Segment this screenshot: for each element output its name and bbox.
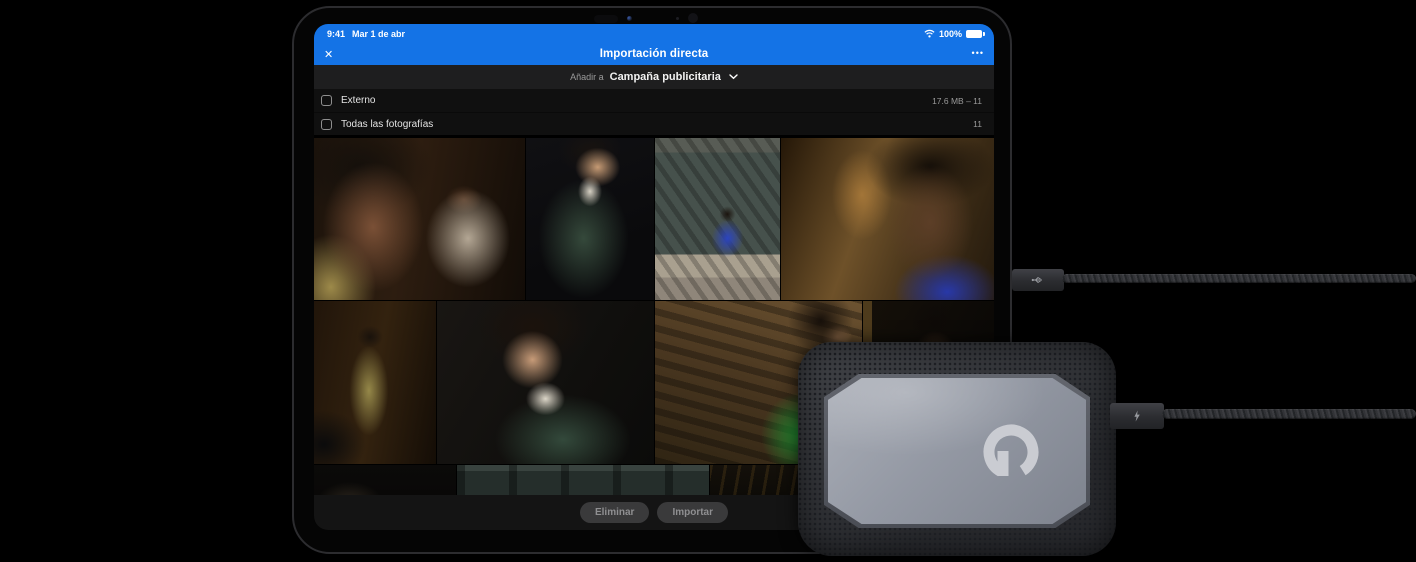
bezel-sensor [594, 15, 618, 23]
close-button[interactable]: ✕ [324, 43, 333, 65]
drive-metal-plate [824, 374, 1090, 528]
section-row-externo[interactable]: Externo 17.6 MB – 11 [314, 89, 994, 112]
app-header: ✕ Importación directa ••• [314, 43, 994, 65]
usb-trident-icon [1031, 276, 1042, 284]
photo-thumbnail-9[interactable] [314, 465, 456, 495]
battery-icon [966, 29, 985, 38]
usb-cable-tablet [1012, 268, 1416, 292]
page-title: Importación directa [599, 48, 709, 60]
section-row-all-photos[interactable]: Todas las fotografías 11 [314, 112, 994, 135]
photo-thumbnail-5[interactable] [314, 301, 436, 464]
usb-plug [1012, 269, 1064, 291]
front-camera-icon [627, 16, 632, 21]
battery-percent: 100% [938, 28, 962, 39]
external-ssd-drive [798, 342, 1116, 556]
photo-thumbnail-4[interactable] [781, 138, 994, 300]
drive-plate-face [828, 378, 1086, 524]
thunderbolt-icon [1134, 410, 1140, 422]
photo-thumbnail-3[interactable] [655, 138, 780, 300]
usb-cable-drive [1110, 402, 1416, 430]
scene: 9:41 Mar 1 de abr 100% ✕ Importación dire… [0, 0, 1416, 562]
status-time: 9:41 [327, 28, 346, 39]
photo-thumbnail-6[interactable] [437, 301, 654, 464]
section-meta: 17.6 MB – 11 [932, 95, 982, 106]
chevron-down-icon[interactable] [729, 74, 738, 80]
status-time-date: 9:41 Mar 1 de abr [327, 29, 412, 39]
usb-plug [1110, 403, 1164, 429]
bezel-dot [676, 17, 679, 20]
photo-thumbnail-2[interactable] [526, 138, 654, 300]
status-date: Mar 1 de abr [352, 28, 406, 39]
section-meta: 11 [973, 119, 982, 129]
status-bar: 9:41 Mar 1 de abr 100% [314, 24, 994, 43]
externo-checkbox[interactable] [321, 95, 332, 106]
album-dropdown[interactable]: Campaña publicitaria [610, 71, 721, 83]
braided-wire [1162, 409, 1416, 419]
delete-button[interactable]: Eliminar [579, 502, 650, 523]
section-label: Todas las fotografías [341, 118, 434, 130]
more-options-button[interactable]: ••• [972, 43, 984, 63]
all-photos-checkbox[interactable] [321, 118, 332, 130]
import-button[interactable]: Importar [657, 502, 729, 523]
add-to-label: Añadir a [570, 72, 604, 82]
status-indicators: 100% [924, 28, 985, 39]
photo-thumbnail-10[interactable] [457, 465, 709, 495]
photo-thumbnail-1[interactable] [314, 138, 525, 300]
g-technology-logo-icon [983, 424, 1039, 480]
wifi-icon [924, 29, 935, 38]
bezel-camera-ring [688, 13, 698, 23]
braided-wire [1062, 274, 1416, 283]
add-to-bar[interactable]: Añadir a Campaña publicitaria [314, 65, 994, 89]
section-label: Externo [341, 95, 376, 106]
